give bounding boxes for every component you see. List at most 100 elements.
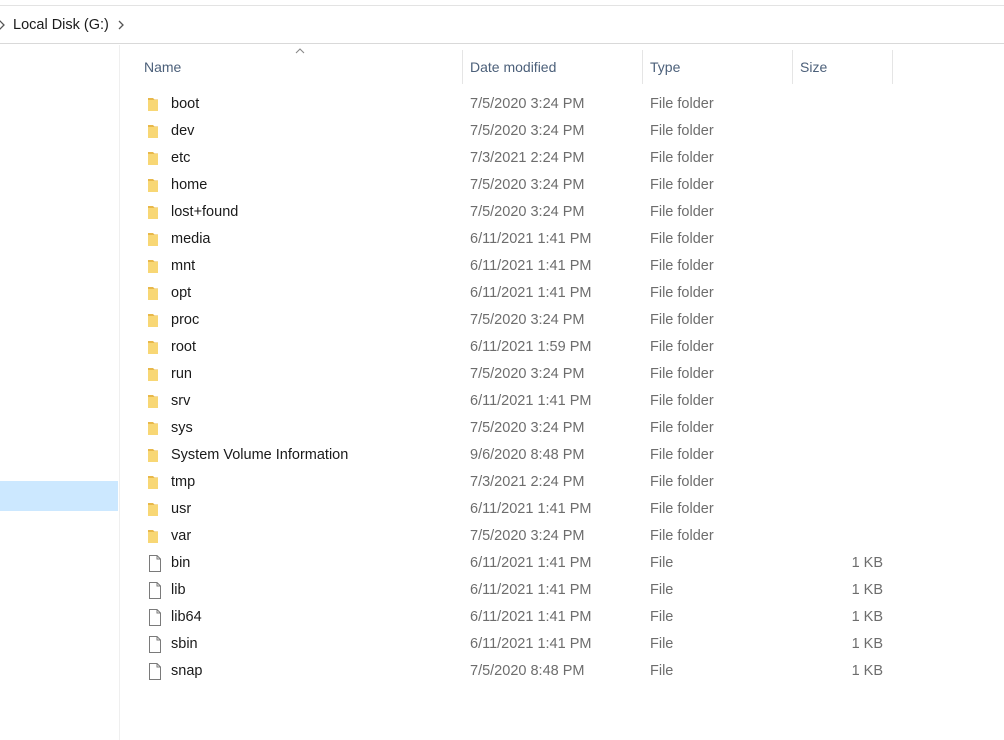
file-type: File folder (650, 177, 714, 193)
navigation-pane[interactable] (0, 45, 120, 740)
file-row[interactable]: lost+found 7/5/2020 3:24 PM File folder (133, 199, 893, 226)
file-row[interactable]: lib64 6/11/2021 1:41 PM File 1 KB (133, 604, 893, 631)
file-row[interactable]: sys 7/5/2020 3:24 PM File folder (133, 415, 893, 442)
file-type: File folder (650, 96, 714, 112)
file-list: boot 7/5/2020 3:24 PM File folder dev 7/5/20… (133, 91, 893, 685)
file-name: srv (171, 393, 191, 409)
file-type: File folder (650, 285, 714, 301)
column-header-name-label: Name (144, 59, 182, 75)
folder-icon (147, 150, 163, 167)
file-size: 1 KB (851, 663, 883, 679)
file-name: lost+found (171, 204, 239, 220)
file-row[interactable]: boot 7/5/2020 3:24 PM File folder (133, 91, 893, 118)
file-size: 1 KB (851, 636, 883, 652)
file-name: snap (171, 663, 203, 679)
file-name: lib (171, 582, 186, 598)
folder-icon (147, 231, 163, 248)
folder-icon (147, 447, 163, 464)
file-row[interactable]: var 7/5/2020 3:24 PM File folder (133, 523, 893, 550)
file-size: 1 KB (851, 582, 883, 598)
file-type: File folder (650, 447, 714, 463)
file-name: etc (171, 150, 191, 166)
folder-icon (147, 393, 163, 410)
file-date-modified: 6/11/2021 1:41 PM (470, 231, 592, 247)
file-row[interactable]: System Volume Information 9/6/2020 8:48 P… (133, 442, 893, 469)
file-row[interactable]: opt 6/11/2021 1:41 PM File folder (133, 280, 893, 307)
file-name: opt (171, 285, 192, 301)
file-row[interactable]: etc 7/3/2021 2:24 PM File folder (133, 145, 893, 172)
breadcrumb-location[interactable]: Local Disk (G:) (13, 16, 109, 34)
file-row[interactable]: srv 6/11/2021 1:41 PM File folder (133, 388, 893, 415)
file-name: root (171, 339, 196, 355)
folder-icon (147, 96, 163, 113)
file-type: File folder (650, 231, 714, 247)
file-icon (147, 582, 163, 599)
file-row[interactable]: lib 6/11/2021 1:41 PM File 1 KB (133, 577, 893, 604)
folder-icon (147, 123, 163, 140)
file-name: mnt (171, 258, 196, 274)
file-date-modified: 6/11/2021 1:59 PM (470, 339, 592, 355)
file-row[interactable]: snap 7/5/2020 8:48 PM File 1 KB (133, 658, 893, 685)
column-header-size[interactable]: Size (793, 50, 893, 84)
file-name: dev (171, 123, 195, 139)
file-date-modified: 7/5/2020 8:48 PM (470, 663, 585, 679)
file-date-modified: 7/5/2020 3:24 PM (470, 312, 585, 328)
file-date-modified: 6/11/2021 1:41 PM (470, 258, 592, 274)
column-header-type[interactable]: Type (643, 50, 793, 84)
file-icon (147, 555, 163, 572)
file-name: home (171, 177, 208, 193)
file-type: File folder (650, 366, 714, 382)
column-header-size-label: Size (800, 59, 828, 75)
file-type: File folder (650, 501, 714, 517)
file-type: File folder (650, 420, 714, 436)
file-name: tmp (171, 474, 196, 490)
file-type: File folder (650, 258, 714, 274)
file-row[interactable]: home 7/5/2020 3:24 PM File folder (133, 172, 893, 199)
folder-icon (147, 258, 163, 275)
chevron-left-icon[interactable] (0, 19, 7, 31)
file-row[interactable]: tmp 7/3/2021 2:24 PM File folder (133, 469, 893, 496)
column-header-type-label: Type (650, 59, 681, 75)
file-row[interactable]: run 7/5/2020 3:24 PM File folder (133, 361, 893, 388)
file-size: 1 KB (851, 555, 883, 571)
column-header-date[interactable]: Date modified (463, 50, 643, 84)
folder-icon (147, 312, 163, 329)
file-row[interactable]: bin 6/11/2021 1:41 PM File 1 KB (133, 550, 893, 577)
folder-icon (147, 204, 163, 221)
file-date-modified: 6/11/2021 1:41 PM (470, 609, 592, 625)
file-name: lib64 (171, 609, 202, 625)
file-type: File (650, 663, 674, 679)
file-date-modified: 6/11/2021 1:41 PM (470, 582, 592, 598)
file-row[interactable]: sbin 6/11/2021 1:41 PM File 1 KB (133, 631, 893, 658)
file-date-modified: 6/11/2021 1:41 PM (470, 636, 592, 652)
file-name: System Volume Information (171, 447, 349, 463)
file-date-modified: 6/11/2021 1:41 PM (470, 501, 592, 517)
file-row[interactable]: proc 7/5/2020 3:24 PM File folder (133, 307, 893, 334)
file-row[interactable]: usr 6/11/2021 1:41 PM File folder (133, 496, 893, 523)
file-name: sys (171, 420, 193, 436)
file-date-modified: 6/11/2021 1:41 PM (470, 285, 592, 301)
file-date-modified: 7/5/2020 3:24 PM (470, 96, 585, 112)
file-date-modified: 7/5/2020 3:24 PM (470, 123, 585, 139)
column-header-date-label: Date modified (470, 59, 557, 75)
file-row[interactable]: root 6/11/2021 1:59 PM File folder (133, 334, 893, 361)
file-row[interactable]: mnt 6/11/2021 1:41 PM File folder (133, 253, 893, 280)
address-bar[interactable]: Local Disk (G:) (0, 5, 1004, 44)
file-name: sbin (171, 636, 198, 652)
folder-icon (147, 528, 163, 545)
file-date-modified: 7/5/2020 3:24 PM (470, 204, 585, 220)
file-date-modified: 7/5/2020 3:24 PM (470, 420, 585, 436)
file-type: File folder (650, 204, 714, 220)
file-name: boot (171, 96, 200, 112)
file-date-modified: 7/3/2021 2:24 PM (470, 474, 585, 490)
chevron-right-icon[interactable] (116, 19, 126, 31)
file-name: var (171, 528, 192, 544)
sort-ascending-icon (295, 48, 305, 54)
file-row[interactable]: dev 7/5/2020 3:24 PM File folder (133, 118, 893, 145)
file-type: File folder (650, 528, 714, 544)
column-header-name[interactable]: Name (133, 48, 463, 84)
nav-selected-item[interactable] (0, 481, 118, 511)
file-type: File folder (650, 123, 714, 139)
folder-icon (147, 339, 163, 356)
file-row[interactable]: media 6/11/2021 1:41 PM File folder (133, 226, 893, 253)
